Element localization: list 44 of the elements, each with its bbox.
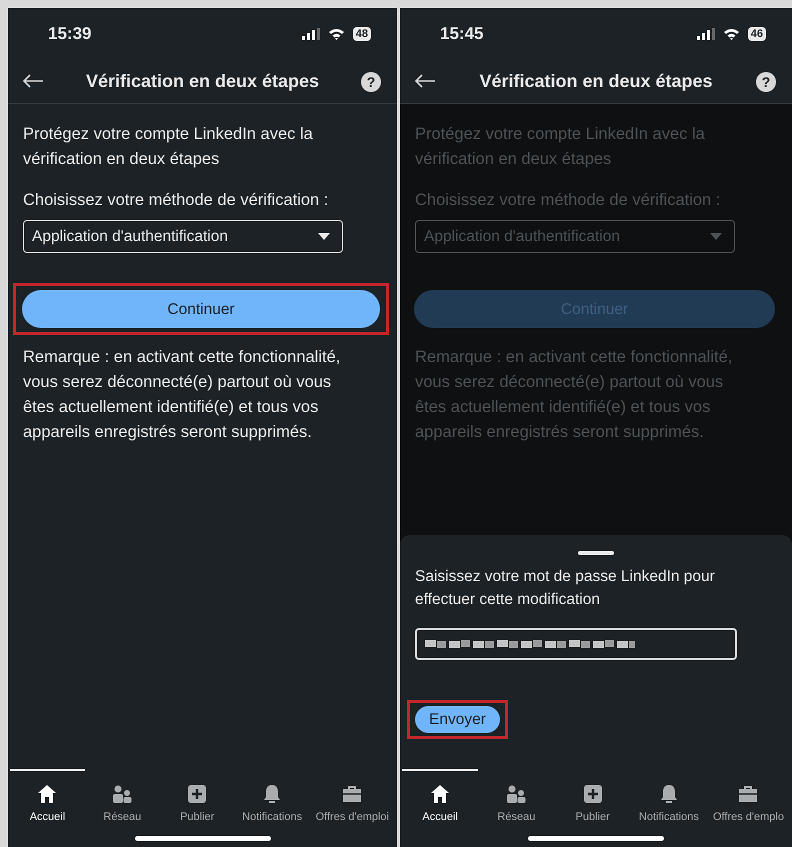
nav-tab[interactable]: Réseau <box>478 769 554 847</box>
nav-tab[interactable]: Notifications <box>630 769 707 847</box>
wifi-icon <box>328 28 345 40</box>
battery-level: 46 <box>748 27 766 41</box>
nav-tab[interactable]: Accueil <box>10 769 85 847</box>
help-button[interactable]: ? <box>361 72 381 92</box>
password-prompt: Saisissez votre mot de passe LinkedIn pour effectuer cette modification <box>415 567 716 610</box>
nav-tab[interactable]: Accueil <box>402 769 478 847</box>
home-icon <box>429 783 452 805</box>
grabber-handle[interactable] <box>578 551 614 555</box>
back-arrow-icon <box>414 74 436 88</box>
nav-tab[interactable]: Réseau <box>84 769 160 847</box>
intro-text: Protégez votre compte LinkedIn avec la vérification en deux étapes <box>415 124 706 170</box>
people-icon <box>111 783 134 805</box>
plus-square-icon <box>582 783 604 805</box>
signal-icon <box>302 28 320 40</box>
status-time: 15:39 <box>48 23 92 46</box>
status-time: 15:45 <box>440 23 484 46</box>
back-arrow-icon <box>22 74 44 88</box>
people-icon <box>505 783 528 805</box>
continue-button[interactable]: Continuer <box>22 290 380 328</box>
note-text: Remarque : en activant cette fonctionnalité, vous serez déconnecté(e) partout où vous êtes actuellement identifié(e) et tous vos appareils enregistrés seront supprimés. <box>415 347 734 442</box>
nav-tab[interactable]: Notifications <box>234 769 310 847</box>
battery-level: 48 <box>352 27 371 41</box>
send-button[interactable]: Envoyer <box>415 706 500 733</box>
method-label: Choisissez votre méthode de vérification : <box>23 190 330 210</box>
home-icon <box>36 783 58 805</box>
wifi-icon <box>722 28 740 40</box>
method-dropdown[interactable]: Application d'authentification <box>23 220 343 254</box>
page-title: Vérification en deux étapes <box>84 70 320 93</box>
password-field[interactable] <box>415 628 737 660</box>
plus-square-icon <box>186 783 208 805</box>
caret-icon <box>318 233 330 240</box>
signal-icon <box>696 28 715 40</box>
note-text: Remarque : en activant cette fonctionnalité, vous serez déconnecté(e) partout où vous êtes actuellement identifié(e) et tous vos appareils enregistrés seront supprimés. <box>23 347 342 442</box>
briefcase-icon <box>341 783 364 805</box>
method-label: Choisissez votre méthode de vérification : <box>415 190 722 210</box>
caret-icon <box>710 233 722 240</box>
page-title: Vérification en deux étapes <box>478 70 714 93</box>
intro-text: Protégez votre compte LinkedIn avec la vérification en deux étapes <box>23 124 314 170</box>
nav-tab[interactable]: Offres d'emploi <box>310 769 395 847</box>
help-button[interactable]: ? <box>756 72 776 92</box>
nav-tab[interactable]: Offres d'emplo <box>707 769 790 847</box>
briefcase-icon <box>737 783 760 805</box>
